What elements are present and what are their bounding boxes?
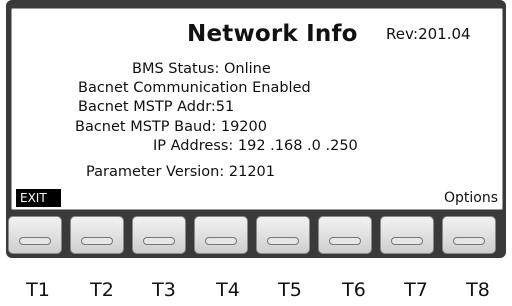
key-label-t1: T1 (26, 279, 50, 301)
softkey-bar: EXIT Options (12, 187, 502, 209)
bacnet-mstp-baud-line: Bacnet MSTP Baud: 19200 (75, 119, 267, 135)
bacnet-communication-line: Bacnet Communication Enabled (78, 80, 311, 96)
screen-title: Network Info (187, 21, 358, 47)
softkey-t2-button[interactable] (70, 216, 124, 254)
parameter-version-line: Parameter Version: 21201 (86, 164, 275, 180)
key-groove (205, 237, 237, 245)
exit-softkey-label[interactable]: EXIT (16, 189, 61, 207)
key-groove (143, 237, 175, 245)
softkey-t5-button[interactable] (256, 216, 310, 254)
key-label-t8: T8 (466, 279, 490, 301)
key-label-t6: T6 (342, 279, 366, 301)
key-groove (81, 237, 113, 245)
options-softkey-label[interactable]: Options (444, 190, 498, 206)
softkey-t6-button[interactable] (318, 216, 372, 254)
key-groove (329, 237, 361, 245)
bacnet-mstp-addr-line: Bacnet MSTP Addr:51 (78, 99, 235, 115)
softkey-t1-button[interactable] (8, 216, 62, 254)
softkey-t8-button[interactable] (442, 216, 496, 254)
key-groove (19, 237, 51, 245)
key-label-t4: T4 (216, 279, 240, 301)
softkey-t3-button[interactable] (132, 216, 186, 254)
softkey-t4-button[interactable] (194, 216, 248, 254)
revision-label: Rev:201.04 (386, 25, 471, 43)
key-groove (391, 237, 423, 245)
key-label-t2: T2 (90, 279, 114, 301)
softkey-row (6, 212, 506, 258)
bms-status-line: BMS Status: Online (132, 61, 271, 77)
lcd-screen: Network Info Rev:201.04 BMS Status: Onli… (11, 8, 503, 210)
key-groove (267, 237, 299, 245)
key-label-t3: T3 (152, 279, 176, 301)
softkey-t7-button[interactable] (380, 216, 434, 254)
key-groove (453, 237, 485, 245)
ip-address-line: IP Address: 192 .168 .0 .250 (153, 138, 358, 154)
key-label-t5: T5 (278, 279, 302, 301)
controller-panel: Network Info Rev:201.04 BMS Status: Onli… (0, 0, 512, 306)
key-label-t7: T7 (404, 279, 428, 301)
